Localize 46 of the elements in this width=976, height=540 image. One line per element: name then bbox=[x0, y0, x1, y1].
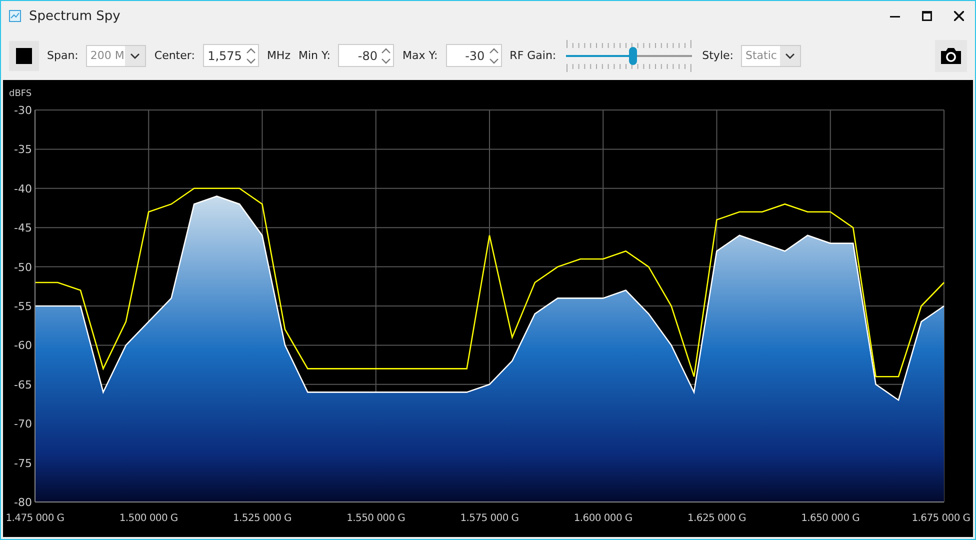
tick-label: -35 bbox=[14, 143, 32, 156]
number-field[interactable]: 1,575 bbox=[202, 44, 259, 67]
tick-label: -70 bbox=[14, 418, 32, 431]
tick-label: 1.625 000 G bbox=[687, 513, 746, 524]
spinner-arrows-icon[interactable] bbox=[486, 46, 501, 64]
tick-label: -40 bbox=[14, 182, 32, 196]
number-field[interactable]: -30 bbox=[446, 44, 502, 67]
camera-button[interactable] bbox=[935, 40, 967, 72]
tick-label: 1.600 000 G bbox=[574, 513, 632, 524]
maximize-icon bbox=[922, 11, 932, 21]
tick-label: 1.550 000 G bbox=[346, 513, 406, 524]
span-dropdown[interactable]: 200 M bbox=[86, 44, 146, 66]
style-label: Style: bbox=[702, 49, 734, 62]
number-field[interactable]: -80 bbox=[338, 44, 394, 67]
style-dropdown[interactable]: Static bbox=[741, 44, 802, 66]
app-icon bbox=[9, 10, 21, 22]
tick-label: 1.475 000 G bbox=[6, 513, 64, 524]
chevron-down-icon bbox=[130, 52, 140, 58]
tick-label: -65 bbox=[14, 378, 32, 392]
min-y-label: Min Y: bbox=[298, 49, 330, 62]
chevron-down-icon bbox=[785, 52, 796, 58]
camera-icon bbox=[939, 46, 963, 66]
rf-gain-label: RF Gain: bbox=[510, 49, 556, 62]
spinner-arrows-icon[interactable] bbox=[379, 46, 394, 64]
spinner-arrows-icon[interactable] bbox=[244, 46, 258, 64]
tick-label: -50 bbox=[14, 260, 32, 274]
span-label: Span: bbox=[47, 49, 78, 62]
tick-label: -60 bbox=[14, 339, 32, 352]
tick-label: -75 bbox=[14, 456, 32, 470]
tick-label: -30 bbox=[14, 104, 32, 117]
close-icon bbox=[954, 11, 964, 21]
center-label: Center: bbox=[154, 49, 195, 62]
tick-label: 1.650 000 G bbox=[801, 513, 860, 524]
tick-label: 1.675 000 G bbox=[912, 513, 970, 524]
tick-label: 1.575 000 G bbox=[460, 513, 519, 524]
tick-label: 1.500 000 G bbox=[119, 513, 178, 524]
axis-label: dBFS bbox=[9, 89, 32, 99]
tick-label: -45 bbox=[14, 222, 32, 235]
max-y-label: Max Y: bbox=[402, 49, 438, 62]
color-picker-button[interactable] bbox=[9, 40, 39, 70]
tick-label: -80 bbox=[14, 496, 32, 509]
tick-label: 1.525 000 G bbox=[232, 513, 292, 524]
window-title: Spectrum Spy bbox=[29, 8, 122, 24]
unit-label: MHz bbox=[266, 49, 290, 62]
tick-label: -55 bbox=[14, 300, 32, 313]
slider-thumb[interactable] bbox=[628, 46, 637, 64]
